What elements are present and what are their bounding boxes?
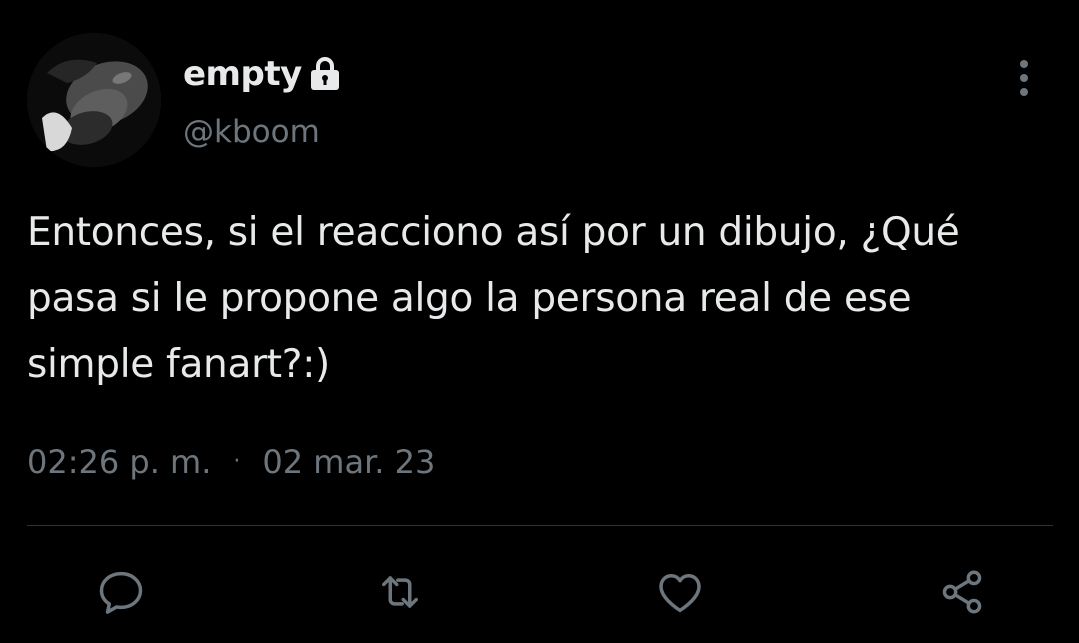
heart-icon <box>659 574 701 613</box>
retweet-button[interactable] <box>370 562 430 622</box>
profile-photo <box>27 33 161 167</box>
reply-icon <box>99 571 143 614</box>
display-name[interactable]: empty <box>183 52 342 96</box>
like-button[interactable] <box>650 562 710 622</box>
action-bar <box>0 562 1079 622</box>
avatar[interactable] <box>27 33 161 167</box>
share-icon <box>942 570 982 614</box>
meta-separator: · <box>233 449 241 474</box>
more-options-icon[interactable] <box>1008 58 1040 98</box>
tweet-date[interactable]: 02 mar. 23 <box>262 440 435 484</box>
tweet-time[interactable]: 02:26 p. m. <box>27 440 211 484</box>
reply-button[interactable] <box>91 562 151 622</box>
retweet-icon <box>382 576 418 608</box>
user-handle[interactable]: @kboom <box>183 112 320 152</box>
display-name-text: empty <box>183 54 302 94</box>
tweet-meta: 02:26 p. m. · 02 mar. 23 <box>27 440 435 484</box>
divider <box>27 525 1053 526</box>
lock-icon <box>308 56 342 92</box>
share-button[interactable] <box>932 562 992 622</box>
tweet-text: Entonces, si el reacciono así por un dib… <box>27 210 960 387</box>
